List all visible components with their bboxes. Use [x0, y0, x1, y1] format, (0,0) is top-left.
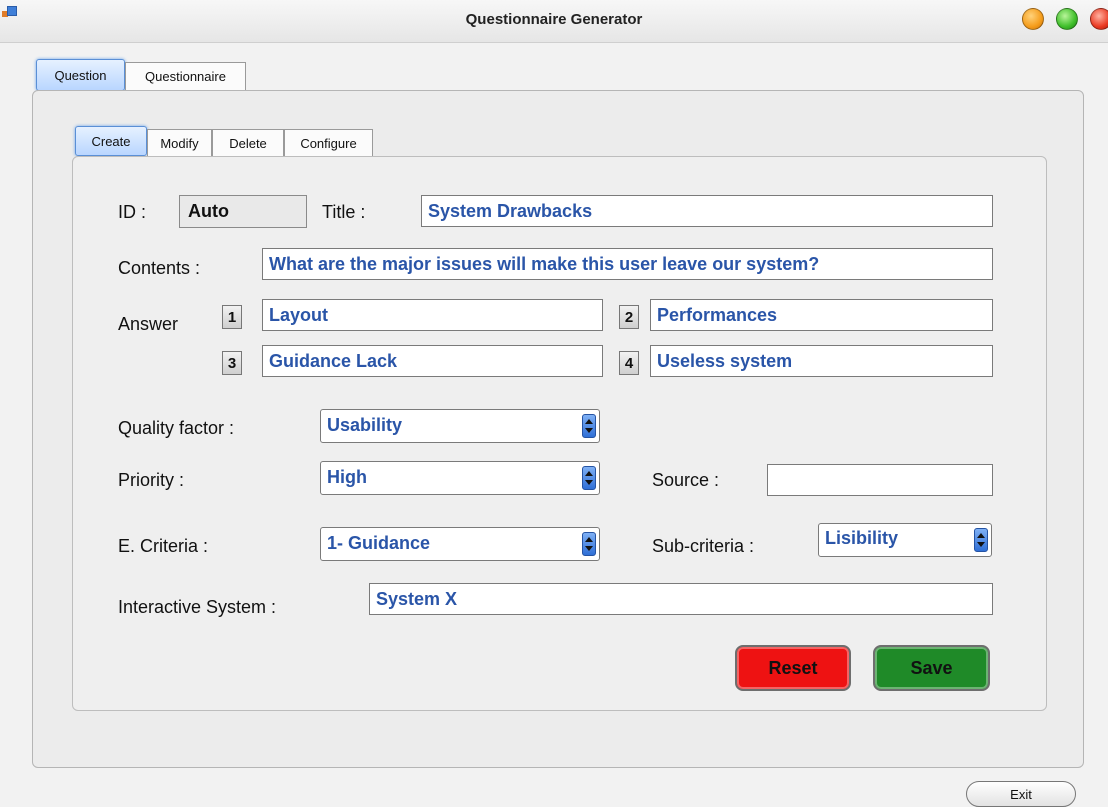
- tab-modify[interactable]: Modify: [147, 129, 212, 156]
- updown-arrows-icon: [974, 528, 988, 552]
- id-field: Auto: [179, 195, 307, 228]
- interactive-system-label: Interactive System :: [118, 597, 277, 617]
- priority-label: Priority :: [118, 470, 185, 490]
- e-criteria-value: 1- Guidance: [327, 533, 431, 553]
- reset-button[interactable]: Reset: [735, 645, 851, 691]
- maximize-button[interactable]: [1056, 8, 1078, 30]
- updown-arrows-icon: [582, 414, 596, 438]
- answer-number-3: 3: [222, 351, 242, 375]
- priority-select[interactable]: High: [320, 461, 600, 495]
- answer-input-1[interactable]: Layout: [262, 299, 603, 331]
- answer-label: Answer: [118, 314, 179, 334]
- quality-factor-select[interactable]: Usability: [320, 409, 600, 443]
- sub-criteria-label: Sub-criteria :: [652, 536, 755, 556]
- window-title: Questionnaire Generator: [465, 11, 643, 28]
- exit-button[interactable]: Exit: [966, 781, 1076, 807]
- tab-delete[interactable]: Delete: [212, 129, 284, 156]
- e-criteria-select[interactable]: 1- Guidance: [320, 527, 600, 561]
- minimize-button[interactable]: [1022, 8, 1044, 30]
- id-label: ID :: [118, 202, 147, 222]
- contents-input[interactable]: What are the major issues will make this…: [262, 248, 993, 280]
- source-label: Source :: [652, 470, 720, 490]
- updown-arrows-icon: [582, 466, 596, 490]
- sub-criteria-select[interactable]: Lisibility: [818, 523, 992, 557]
- tab-questionnaire[interactable]: Questionnaire: [125, 62, 246, 90]
- tab-question[interactable]: Question: [36, 59, 125, 91]
- priority-value: High: [327, 467, 367, 487]
- answer-input-4[interactable]: Useless system: [650, 345, 993, 377]
- tab-configure[interactable]: Configure: [284, 129, 373, 156]
- save-button[interactable]: Save: [873, 645, 990, 691]
- quality-factor-value: Usability: [327, 415, 403, 435]
- e-criteria-label: E. Criteria :: [118, 536, 209, 556]
- interactive-system-input[interactable]: System X: [369, 583, 993, 615]
- contents-label: Contents :: [118, 258, 201, 278]
- sub-criteria-value: Lisibility: [825, 528, 899, 548]
- quality-factor-label: Quality factor :: [118, 418, 235, 438]
- updown-arrows-icon: [582, 532, 596, 556]
- answer-number-1: 1: [222, 305, 242, 329]
- answer-number-2: 2: [619, 305, 639, 329]
- title-input[interactable]: System Drawbacks: [421, 195, 993, 227]
- answer-input-3[interactable]: Guidance Lack: [262, 345, 603, 377]
- tab-create[interactable]: Create: [75, 126, 147, 156]
- title-label: Title :: [322, 202, 366, 222]
- title-bar: Questionnaire Generator: [0, 0, 1108, 43]
- source-input[interactable]: [767, 464, 993, 496]
- answer-input-2[interactable]: Performances: [650, 299, 993, 331]
- answer-number-4: 4: [619, 351, 639, 375]
- close-button[interactable]: [1090, 8, 1108, 30]
